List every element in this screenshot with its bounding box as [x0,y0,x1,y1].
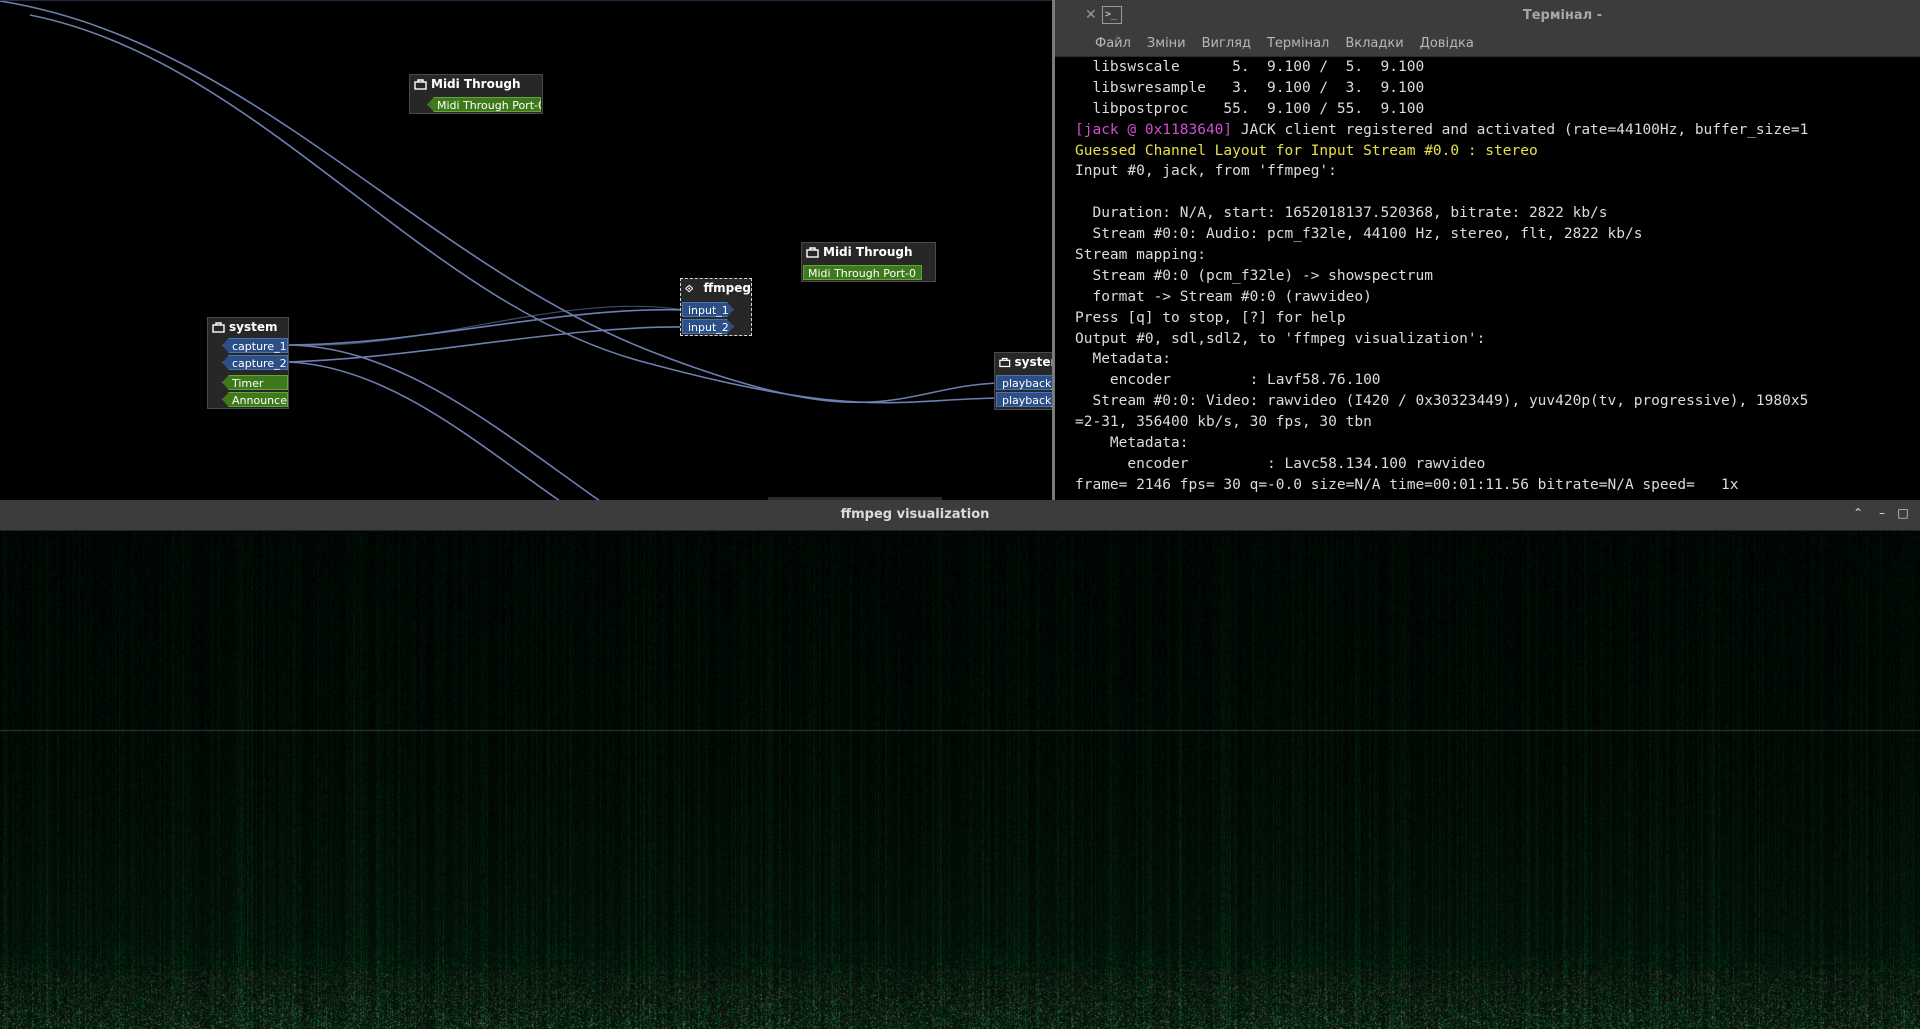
terminal-line: frame= 2146 fps= 30 q=-0.0 size=N/A time… [1075,475,1919,496]
port-playback-1[interactable]: playback_ [996,375,1052,390]
node-title-text: system [229,320,278,334]
terminal-line: libswresample 3. 9.100 / 3. 9.100 [1075,79,1425,96]
port-midi-through-port-0[interactable]: Midi Through Port-0 [427,97,541,112]
port-input-1[interactable]: input_1 [682,302,734,317]
node-title: system [208,318,288,336]
terminal-line: [jack @ 0x1183640] JACK client registere… [1075,120,1919,141]
node-title: Midi Through [802,243,935,261]
spectrum-display [0,531,1920,1029]
node-midi-through-1[interactable]: Midi Through Midi Through Port-0 [409,74,543,114]
visualization-titlebar[interactable]: ffmpeg visualization ⌃ – □ [0,500,1920,531]
terminal-output[interactable]: libswscale 5. 9.100 / 5. 9.100 libswresa… [1075,57,1919,496]
progress-status: frame= 2146 fps= 30 q=-0.0 size=N/A time… [1075,476,1739,493]
terminal-titlebar[interactable]: ✕ >_ Термінал - [1055,0,1920,32]
port-capture-1[interactable]: capture_1 [222,338,288,353]
wire-capture1-input1 [287,308,686,346]
port-capture-2[interactable]: capture_2 [222,355,288,370]
hardware-device-icon [212,321,225,333]
terminal-line: Output #0, sdl,sdl2, to 'ffmpeg visualiz… [1075,330,1486,347]
menu-terminal[interactable]: Термінал [1259,32,1337,56]
node-title: Midi Through [410,75,542,93]
window-title: Термінал - [1522,8,1603,23]
terminal-line: libpostproc 55. 9.100 / 55. 9.100 [1075,100,1425,117]
terminal-line: Stream #0:0 (pcm_f32le) -> showspectrum [1075,267,1433,284]
terminal-line: Metadata: [1075,435,1189,452]
window-title: ffmpeg visualization [840,507,990,522]
terminal-window[interactable]: ✕ >_ Термінал - Файл Зміни Вигляд Термін… [1052,0,1920,500]
application-icon [685,284,694,292]
node-system-capture[interactable]: system capture_1 capture_2 Timer Announc… [207,317,289,409]
port-midi-through-port-0[interactable]: Midi Through Port-0 [803,265,922,280]
terminal-line: encoder : Lavc58.134.100 rawvideo [1075,455,1486,472]
terminal-line: Guessed Channel Layout for Input Stream … [1075,142,1538,159]
node-title-text: system [1014,355,1053,369]
node-title-text: Midi Through [431,77,521,91]
midi-device-icon [414,78,427,90]
port-timer[interactable]: Timer [222,375,288,390]
terminal-line: libswscale 5. 9.100 / 5. 9.100 [1075,59,1425,75]
log-message: JACK client registered and activated (ra… [1232,121,1809,138]
menu-tabs[interactable]: Вкладки [1337,32,1411,56]
terminal-line: format -> Stream #0:0 (rawvideo) [1075,288,1372,305]
wire-capture1-down [287,344,600,500]
node-title: system [995,353,1052,371]
node-title-text: ffmpeg [703,281,751,295]
hardware-device-icon [999,357,1011,367]
visualization-window[interactable]: ffmpeg visualization ⌃ – □ [0,500,1920,1029]
menu-view[interactable]: Вигляд [1194,32,1259,56]
terminal-line: Stream #0:0: Video: rawvideo (I420 / 0x3… [1075,393,1809,410]
terminal-line: Duration: N/A, start: 1652018137.520368,… [1075,205,1608,222]
terminal-line: =2-31, 356400 kb/s, 30 fps, 30 tbn [1075,414,1372,431]
node-system-playback[interactable]: system playback_ playback_ [994,352,1052,410]
log-source-tag: [jack @ 0x1183640] [1075,121,1233,138]
terminal-line: encoder : Lavf58.76.100 [1075,372,1381,389]
menu-help[interactable]: Довідка [1412,32,1482,56]
node-midi-through-2[interactable]: Midi Through Midi Through Port-0 [801,242,936,282]
terminal-line: Input #0, jack, from 'ffmpeg': [1075,163,1337,180]
menu-bar: Файл Зміни Вигляд Термінал Вкладки Довід… [1055,32,1920,57]
midi-device-icon [806,246,819,258]
collapse-icon[interactable]: ⌃ [1851,506,1865,520]
port-playback-2[interactable]: playback_ [996,392,1052,407]
port-announce[interactable]: Announce [222,392,288,407]
node-ffmpeg[interactable]: ffmpeg input_1 input_2 [680,278,752,336]
port-input-2[interactable]: input_2 [682,319,734,334]
terminal-line: Press [q] to stop, [?] for help [1075,309,1346,326]
terminal-line: Metadata: [1075,351,1172,368]
wire-capture1-playback1 [0,1,1001,404]
menu-file[interactable]: Файл [1087,32,1139,56]
menu-edit[interactable]: Зміни [1139,32,1194,56]
minimize-icon[interactable]: – [1875,506,1889,520]
patchbay-canvas[interactable]: Midi Through Midi Through Port-0 Midi Th… [0,0,1052,500]
maximize-icon[interactable]: □ [1896,506,1910,520]
terminal-line: Stream #0:0: Audio: pcm_f32le, 44100 Hz,… [1075,226,1643,243]
node-title-text: Midi Through [823,245,913,259]
node-title: ffmpeg [681,279,751,297]
terminal-line: Stream mapping: [1075,247,1206,264]
